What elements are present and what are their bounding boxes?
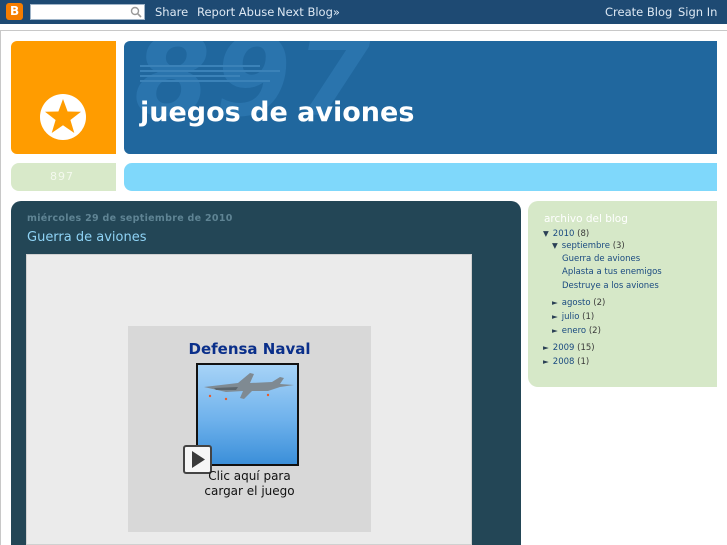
blogger-navbar: B Share Report Abuse Next Blog» Create B…	[0, 0, 727, 24]
description-left-bar: 897	[11, 163, 116, 191]
description-bar	[124, 163, 717, 191]
star-icon	[40, 94, 86, 140]
expand-arrow-icon[interactable]: ►	[543, 343, 549, 352]
expand-arrow-icon[interactable]: ►	[552, 298, 558, 307]
post-embed-frame: Defensa Naval Clic aquí para cargar el j…	[26, 254, 472, 545]
collapse-arrow-icon[interactable]: ▼	[543, 229, 549, 238]
expand-arrow-icon[interactable]: ►	[552, 312, 558, 321]
archive-month-enero[interactable]: ► enero (2)	[552, 326, 601, 336]
blog-logo-box	[11, 41, 116, 154]
sidebar-title: archivo del blog	[544, 213, 628, 225]
archive-month-julio[interactable]: ► julio (1)	[552, 312, 594, 322]
archive-count: (2)	[593, 298, 606, 308]
create-blog-link[interactable]: Create Blog	[605, 5, 672, 19]
game-title: Defensa Naval	[188, 340, 311, 358]
next-blog-link[interactable]: Next Blog»	[277, 5, 340, 19]
archive-post-link[interactable]: Destruye a los aviones	[562, 281, 659, 291]
archive-month-label[interactable]: julio	[562, 312, 580, 322]
archive-month-agosto[interactable]: ► agosto (2)	[552, 298, 605, 308]
blog-header: 897 juegos de aviones	[124, 41, 717, 154]
archive-year-label[interactable]: 2010	[553, 229, 575, 239]
share-link[interactable]: Share	[155, 5, 188, 19]
blog-title[interactable]: juegos de aviones	[140, 97, 414, 128]
post-date: miércoles 29 de septiembre de 2010	[27, 213, 233, 224]
header-decoration	[140, 65, 290, 85]
blogger-logo-icon[interactable]: B	[6, 3, 23, 20]
archive-year-2009[interactable]: ► 2009 (15)	[543, 343, 595, 353]
archive-post-link[interactable]: Aplasta a tus enemigos	[562, 267, 662, 277]
search-input[interactable]	[30, 4, 145, 20]
archive-year-label[interactable]: 2008	[553, 357, 575, 367]
archive-count: (3)	[612, 241, 625, 251]
archive-year-2008[interactable]: ► 2008 (1)	[543, 357, 589, 367]
archive-month-label[interactable]: enero	[562, 326, 586, 336]
game-panel: Defensa Naval Clic aquí para cargar el j…	[128, 326, 371, 532]
archive-year-2010[interactable]: ▼ 2010 (8)	[543, 229, 589, 239]
expand-arrow-icon[interactable]: ►	[552, 326, 558, 335]
archive-month-septiembre[interactable]: ▼ septiembre (3)	[552, 241, 625, 251]
description-number: 897	[50, 170, 74, 183]
archive-post-link[interactable]: Guerra de aviones	[562, 254, 640, 264]
load-game-caption[interactable]: Clic aquí para cargar el juego	[186, 469, 313, 499]
blogger-logo-letter: B	[10, 4, 20, 18]
report-abuse-link[interactable]: Report Abuse	[197, 5, 274, 19]
main-post-area: miércoles 29 de septiembre de 2010 Guerr…	[11, 201, 521, 545]
collapse-arrow-icon[interactable]: ▼	[552, 241, 558, 250]
archive-count: (1)	[577, 357, 590, 367]
caption-line-2: cargar el juego	[204, 484, 295, 498]
archive-count: (2)	[588, 326, 601, 336]
post-title-link[interactable]: Guerra de aviones	[27, 230, 147, 245]
search-icon[interactable]	[130, 6, 142, 18]
archive-month-label[interactable]: agosto	[562, 298, 591, 308]
fighter-jet-icon	[204, 373, 294, 401]
archive-month-label[interactable]: septiembre	[562, 241, 610, 251]
caption-line-1: Clic aquí para	[208, 469, 291, 483]
sign-in-link[interactable]: Sign In	[678, 5, 717, 19]
archive-count: (1)	[582, 312, 595, 322]
expand-arrow-icon[interactable]: ►	[543, 357, 549, 366]
archive-year-label[interactable]: 2009	[553, 343, 575, 353]
blog-archive-sidebar: archivo del blog ▼ 2010 (8) ▼ septiembre (…	[528, 201, 717, 387]
archive-count: (15)	[577, 343, 595, 353]
archive-count: (8)	[577, 229, 590, 239]
